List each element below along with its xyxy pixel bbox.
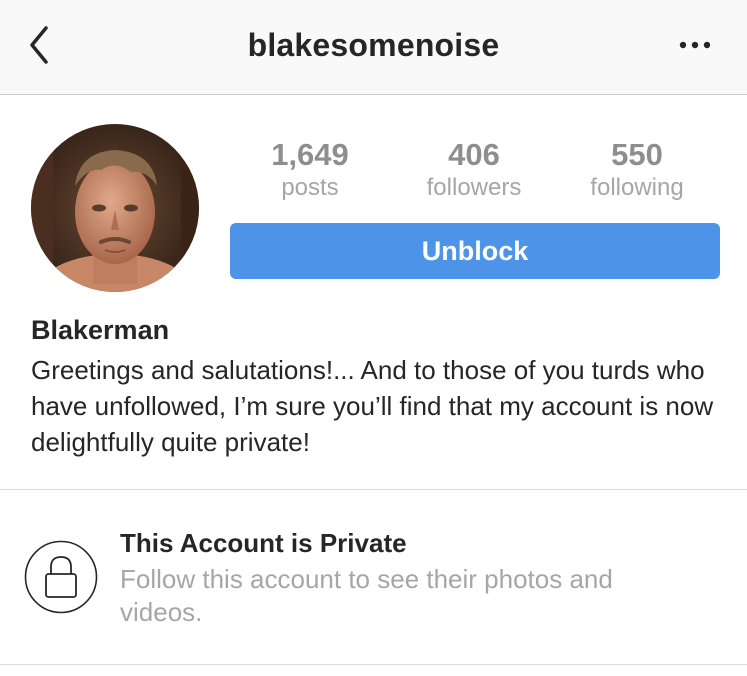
followers-count[interactable]: 406 followers bbox=[399, 138, 549, 204]
following-label: following bbox=[590, 174, 684, 201]
more-horizontal-icon bbox=[679, 41, 711, 49]
private-account-description: Follow this account to see their photos … bbox=[120, 564, 613, 627]
page-title: blakesomenoise bbox=[247, 27, 500, 63]
private-account-title: This Account is Private bbox=[120, 528, 407, 558]
followers-value: 406 bbox=[448, 137, 500, 172]
unblock-button[interactable]: Unblock bbox=[230, 223, 720, 279]
posts-value: 1,649 bbox=[271, 137, 349, 172]
profile-avatar[interactable] bbox=[31, 124, 199, 292]
divider bbox=[0, 664, 747, 665]
followers-label: followers bbox=[426, 174, 522, 201]
display-name: Blakerman bbox=[31, 315, 170, 345]
more-options-button[interactable] bbox=[678, 34, 712, 56]
posts-count: 1,649 posts bbox=[235, 138, 385, 204]
divider bbox=[0, 489, 747, 490]
posts-label: posts bbox=[281, 174, 339, 201]
following-value: 550 bbox=[611, 137, 663, 172]
following-count[interactable]: 550 following bbox=[562, 138, 712, 204]
profile-bio: Greetings and salutations!... And to tho… bbox=[31, 355, 714, 457]
profile-photo bbox=[31, 124, 199, 292]
lock-icon bbox=[24, 540, 98, 614]
navigation-bar: blakesomenoise bbox=[0, 0, 747, 95]
